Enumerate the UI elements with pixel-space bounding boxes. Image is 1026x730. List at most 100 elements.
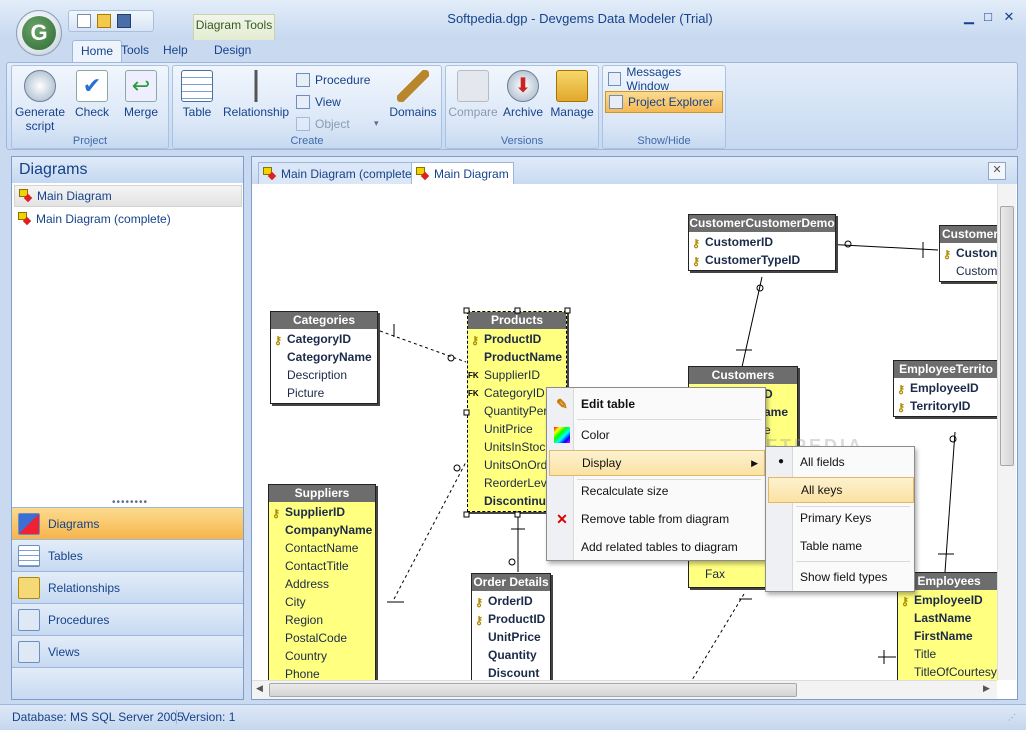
domains-button[interactable]: Domains (387, 70, 439, 119)
nav-tables[interactable]: Tables (12, 539, 243, 571)
menu-item-table-name[interactable]: Table name (768, 533, 912, 559)
field-row[interactable]: Title (898, 645, 997, 663)
field-row[interactable]: ⚷ ProductID (472, 610, 550, 628)
open-folder-icon[interactable] (97, 14, 111, 28)
field-row[interactable]: CategoryName (271, 348, 377, 366)
field-row[interactable]: FirstName (898, 627, 997, 645)
menu-item-recalculate-size[interactable]: Recalculate size (549, 478, 763, 504)
object-button[interactable]: Object (293, 114, 353, 134)
close-document-button[interactable]: ✕ (988, 162, 1006, 180)
horizontal-scrollbar[interactable]: ◀ ▶ (252, 680, 997, 699)
scroll-left-icon[interactable]: ◀ (256, 683, 263, 694)
sidebar-item-main-diagram[interactable]: Main Diagram (14, 185, 242, 207)
field-row[interactable]: ⚷ OrderID (472, 592, 550, 610)
horizontal-scroll-thumb[interactable] (269, 683, 797, 697)
resize-grip-icon[interactable]: ⋰ (1008, 713, 1016, 722)
field-row[interactable]: Quantity (472, 646, 550, 664)
messages-window-button[interactable]: Messages Window (605, 65, 725, 93)
nav-procedures[interactable]: Procedures (12, 603, 243, 635)
tab-help[interactable]: Help (155, 40, 196, 62)
rel-customers-orders[interactable] (691, 593, 745, 680)
chevron-down-icon[interactable]: ▾ (374, 118, 379, 129)
generate-script-button[interactable]: Generate script (14, 70, 66, 133)
compare-button[interactable]: Compare (448, 70, 498, 119)
procedure-button[interactable]: Procedure (293, 70, 373, 90)
table-suppliers[interactable]: Suppliers ⚷ SupplierID CompanyName Contac… (268, 484, 376, 680)
relationship-button[interactable]: Relationship (223, 70, 289, 119)
field-row[interactable]: ⚷ CustomerID (689, 233, 835, 251)
save-icon[interactable] (117, 14, 131, 28)
nav-relationships[interactable]: Relationships (12, 571, 243, 603)
field-row[interactable]: Country (269, 647, 375, 665)
table-button[interactable]: Table (177, 70, 217, 119)
field-row[interactable]: Custome (940, 262, 997, 280)
table-customer-customer-demo[interactable]: CustomerCustomerDemo ⚷ CustomerID ⚷ Custom… (688, 214, 836, 271)
rel-employees-territories[interactable] (944, 431, 956, 573)
field-row[interactable]: LastName (898, 609, 997, 627)
menu-item-all-fields[interactable]: ● All fields (768, 449, 912, 475)
menu-item-color[interactable]: Color (549, 422, 763, 448)
display-submenu: ● All fields All keys Primary Keys Table … (765, 446, 915, 592)
view-button[interactable]: View (293, 92, 344, 112)
rel-suppliers-products[interactable] (393, 461, 467, 600)
menu-item-edit-table[interactable]: ✎ Edit table (549, 391, 763, 417)
archive-button[interactable]: ⬇ Archive (500, 70, 546, 119)
field-row[interactable]: City (269, 593, 375, 611)
menu-item-all-keys[interactable]: All keys (768, 477, 914, 503)
field-row[interactable]: ⚷ SupplierID (269, 503, 375, 521)
field-row[interactable]: TitleOfCourtesy (898, 663, 997, 680)
rel-categories-products[interactable] (379, 330, 467, 363)
menu-item-show-field-types[interactable]: Show field types (768, 564, 912, 590)
tab-design[interactable]: Design (206, 40, 259, 62)
field-row[interactable]: Address (269, 575, 375, 593)
nav-views[interactable]: Views (12, 635, 243, 667)
field-row[interactable]: Discount (472, 664, 550, 680)
field-row[interactable]: Description (271, 366, 377, 384)
field-row[interactable]: ⚷ Custon (940, 244, 997, 262)
sidebar-item-main-diagram-complete[interactable]: Main Diagram (complete) (14, 208, 242, 230)
field-row[interactable]: PostalCode (269, 629, 375, 647)
field-row[interactable]: ⚷ ProductID (468, 330, 566, 348)
field-row[interactable]: ⚷ TerritoryID (894, 397, 997, 415)
menu-item-primary-keys[interactable]: Primary Keys (768, 505, 912, 531)
check-button[interactable]: ✔ Check (70, 70, 114, 119)
vertical-scroll-thumb[interactable] (1000, 206, 1014, 466)
vertical-scrollbar[interactable] (997, 184, 1016, 680)
manage-button[interactable]: Manage (548, 70, 596, 119)
group-project: Generate script ✔ Check ↩ Merge Project (11, 65, 169, 149)
project-explorer-button[interactable]: Project Explorer (605, 91, 723, 113)
app-menu-button[interactable]: G (16, 10, 62, 56)
table-order-details[interactable]: Order Details ⚷ OrderID ⚷ ProductID UnitPr… (471, 573, 551, 680)
menu-item-remove-table[interactable]: ✕ Remove table from diagram (549, 506, 763, 532)
menu-item-add-related-tables[interactable]: Add related tables to diagram (549, 534, 763, 560)
scroll-right-icon[interactable]: ▶ (983, 683, 990, 694)
field-row[interactable]: FK SupplierID (468, 366, 566, 384)
field-row[interactable]: UnitPrice (472, 628, 550, 646)
new-file-icon[interactable] (77, 14, 91, 28)
maximize-button[interactable]: □ (980, 9, 996, 25)
table-employee-territories[interactable]: EmployeeTerrito ⚷ EmployeeID ⚷ TerritoryID (893, 360, 997, 417)
close-button[interactable]: ✕ (1001, 9, 1017, 25)
minimize-button[interactable]: ▁ (961, 9, 977, 25)
field-row[interactable]: Picture (271, 384, 377, 402)
rel-demo-customer[interactable] (823, 243, 939, 251)
table-categories[interactable]: Categories ⚷ CategoryID CategoryName Desc… (270, 311, 378, 404)
merge-button[interactable]: ↩ Merge (118, 70, 164, 119)
tab-main-diagram[interactable]: Main Diagram (411, 162, 514, 184)
field-row[interactable]: ⚷ CategoryID (271, 330, 377, 348)
table-customer-demographics[interactable]: Customer ⚷Custon Custome (939, 225, 997, 282)
tab-tools[interactable]: Tools (113, 40, 157, 62)
tab-main-diagram-complete[interactable]: Main Diagram (complete) (258, 162, 421, 184)
field-row[interactable]: Region (269, 611, 375, 629)
field-row[interactable]: ⚷ EmployeeID (898, 591, 997, 609)
field-row[interactable]: ContactName (269, 539, 375, 557)
field-row[interactable]: ⚷ CustomerTypeID (689, 251, 835, 269)
key-icon: ⚷ (901, 596, 910, 608)
nav-diagrams[interactable]: Diagrams (12, 507, 243, 539)
field-row[interactable]: ContactTitle (269, 557, 375, 575)
field-row[interactable]: ProductName (468, 348, 566, 366)
field-row[interactable]: Phone (269, 665, 375, 680)
field-row[interactable]: ⚷ EmployeeID (894, 379, 997, 397)
menu-item-display[interactable]: Display ▶ (549, 450, 765, 476)
field-row[interactable]: CompanyName (269, 521, 375, 539)
